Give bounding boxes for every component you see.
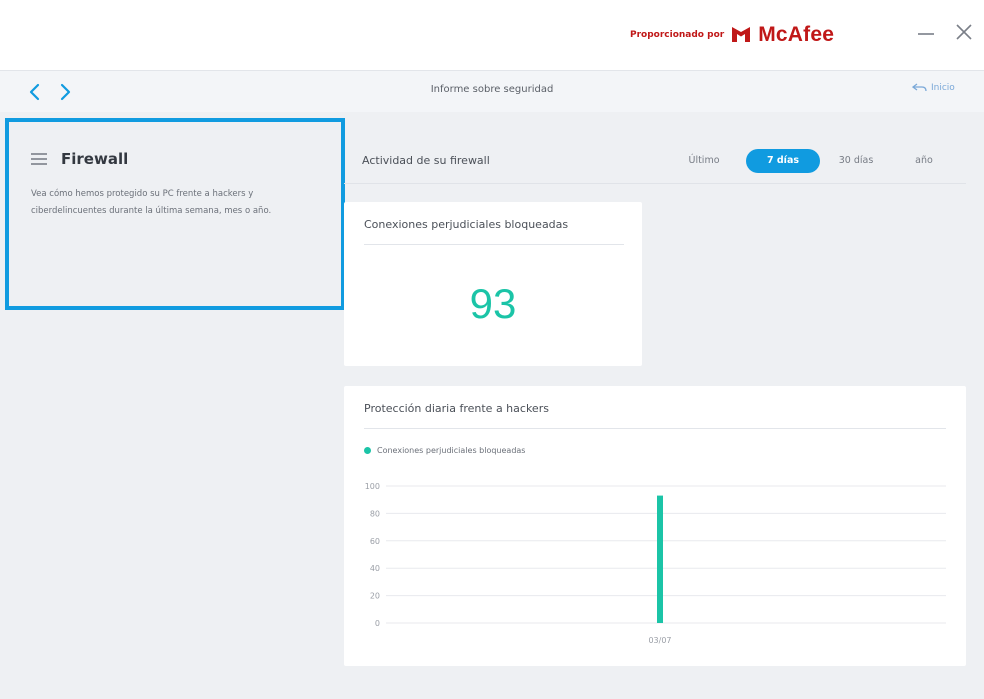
y-tick-label: 40 (370, 564, 380, 573)
chart-title: Protección diaria frente a hackers (364, 402, 549, 415)
home-link[interactable]: Inicio (912, 83, 955, 93)
daily-protection-card: Protección diaria frente a hackers Conex… (344, 386, 966, 666)
bar-chart: 0 20 40 60 80 100 03/07 (365, 482, 946, 645)
page-title: Informe sobre seguridad (430, 84, 554, 95)
divider (364, 244, 624, 245)
close-icon[interactable] (952, 20, 976, 44)
firewall-panel: Firewall Vea cómo hemos protegido su PC … (5, 118, 345, 310)
divider (364, 428, 946, 429)
y-tick-label: 20 (370, 592, 380, 601)
firewall-header: Firewall (31, 150, 128, 168)
activity-label: Actividad de su firewall (362, 154, 490, 167)
blocked-connections-card: Conexiones perjudiciales bloqueadas 93 (344, 202, 642, 366)
tab-7-dias[interactable]: 7 días (746, 149, 820, 173)
mcafee-logo-icon (732, 27, 751, 42)
blocked-card-title: Conexiones perjudiciales bloqueadas (364, 218, 569, 231)
y-tick-label: 0 (375, 619, 380, 628)
chart-legend: Conexiones perjudiciales bloqueadas (364, 446, 525, 455)
nav-bar: Informe sobre seguridad Inicio (0, 70, 984, 112)
tab-ultimo[interactable]: Último (674, 149, 734, 173)
y-tick-label: 60 (370, 537, 380, 546)
firewall-title: Firewall (61, 150, 129, 168)
legend-dot (364, 447, 371, 454)
x-tick-label: 03/07 (648, 636, 671, 645)
blocked-count: 93 (469, 280, 517, 327)
menu-icon[interactable] (31, 153, 47, 165)
provided-by-label: Proporcionado por (630, 30, 725, 40)
minimize-icon[interactable] (914, 20, 938, 44)
return-arrow-icon (912, 83, 927, 92)
legend-label: Conexiones perjudiciales bloqueadas (377, 446, 526, 455)
bar-03-07[interactable] (657, 495, 663, 623)
title-bar: Proporcionado por McAfee (0, 0, 984, 70)
brand-name: McAfee (758, 23, 835, 46)
tab-30-dias[interactable]: 30 días (826, 149, 886, 173)
tab-ano[interactable]: año (904, 149, 944, 173)
firewall-description: Vea cómo hemos protegido su PC frente a … (31, 189, 272, 216)
period-tabs: Último 7 días 30 días año (674, 149, 944, 173)
activity-bar: Actividad de su firewall Último 7 días 3… (344, 138, 966, 184)
y-tick-label: 100 (365, 482, 380, 491)
brand: Proporcionado por McAfee (630, 22, 834, 48)
home-link-label: Inicio (931, 83, 955, 93)
y-tick-label: 80 (370, 509, 380, 518)
